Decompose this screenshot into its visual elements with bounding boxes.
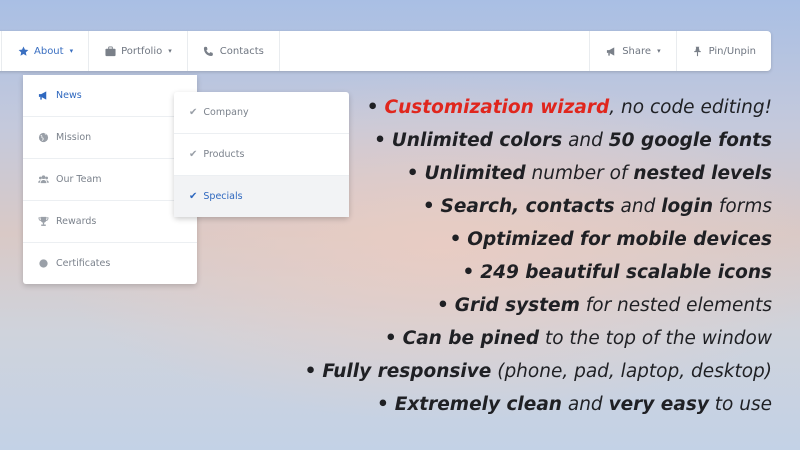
briefcase-icon	[104, 45, 116, 57]
bullet: •	[374, 130, 386, 151]
feature-line: • Unlimited number of nested levels	[252, 157, 772, 190]
menu-item-certificates[interactable]: Certificates	[23, 243, 197, 284]
menu-item-mission[interactable]: Mission	[23, 117, 197, 159]
menu-label-our-team: Our Team	[56, 174, 102, 185]
trophy-icon	[37, 216, 49, 228]
feature-line: • Can be pined to the top of the window	[252, 322, 772, 355]
feature-bold: 50 google fonts	[608, 130, 772, 151]
nav-item-contacts[interactable]: Contacts	[188, 31, 280, 71]
feature-bold: 249 beautiful scalable icons	[480, 262, 772, 283]
top-navbar: About ▾ Portfolio ▾ Contacts Share ▾ Pin…	[0, 31, 771, 71]
nav-label-about: About	[34, 45, 64, 57]
feature-text: and	[562, 130, 609, 151]
feature-bold: login	[661, 196, 714, 217]
about-dropdown-menu: News Mission Our Team Rewards Certificat…	[23, 75, 197, 284]
feature-text: to use	[708, 394, 772, 415]
feature-highlight: Customization wizard	[384, 97, 610, 118]
chevron-down-icon: ▾	[657, 47, 661, 55]
phone-icon	[203, 45, 215, 57]
check-icon: ✔	[189, 149, 198, 160]
feature-line: • Optimized for mobile devices	[252, 223, 772, 256]
bullet: •	[377, 394, 389, 415]
bullet: •	[366, 97, 379, 118]
menu-label-certificates: Certificates	[56, 258, 111, 269]
nav-item-share[interactable]: Share ▾	[589, 31, 675, 71]
feature-bold: nested levels	[633, 163, 772, 184]
feature-bold: Fully responsive	[322, 361, 492, 382]
bullet: •	[437, 295, 449, 316]
circle-icon	[37, 258, 49, 270]
nav-label-pin: Pin/Unpin	[708, 45, 756, 57]
check-icon: ✔	[189, 191, 198, 202]
feature-bold: Unlimited colors	[391, 130, 563, 151]
menu-item-our-team[interactable]: Our Team	[23, 159, 197, 201]
feature-line: • Unlimited colors and 50 google fonts	[252, 124, 772, 157]
nav-label-portfolio: Portfolio	[121, 45, 163, 57]
feature-bold: Extremely clean	[394, 394, 562, 415]
submenu-label-specials: Specials	[203, 191, 243, 202]
submenu-label-products: Products	[203, 149, 245, 160]
menu-label-mission: Mission	[56, 132, 92, 143]
bullet: •	[422, 196, 435, 217]
nav-item-about[interactable]: About ▾	[2, 31, 90, 71]
feature-line: • Fully responsive (phone, pad, laptop, …	[252, 355, 772, 388]
nav-item-pin[interactable]: Pin/Unpin	[675, 31, 771, 71]
bullet: •	[304, 361, 317, 382]
star-icon	[17, 45, 29, 57]
feature-text: (phone, pad, laptop, desktop)	[491, 361, 772, 382]
menu-label-rewards: Rewards	[56, 216, 97, 227]
feature-text: and	[561, 394, 609, 415]
feature-bold: Can be pined	[402, 328, 540, 349]
feature-text: forms	[713, 196, 772, 217]
menu-item-rewards[interactable]: Rewards	[23, 201, 197, 243]
feature-text: , no code editing!	[609, 97, 772, 118]
bullet: •	[462, 262, 475, 283]
globe-icon	[37, 132, 49, 144]
feature-line: • 249 beautiful scalable icons	[252, 256, 772, 289]
nav-item-portfolio[interactable]: Portfolio ▾	[89, 31, 188, 71]
feature-bold: Unlimited	[424, 163, 526, 184]
feature-list: • Customization wizard, no code editing!…	[252, 91, 772, 421]
chevron-down-icon: ▾	[69, 47, 74, 55]
nav-label-contacts: Contacts	[219, 45, 264, 57]
bullet: •	[384, 328, 397, 349]
feature-bold: Optimized for mobile devices	[467, 229, 772, 250]
megaphone-icon	[605, 45, 617, 57]
check-icon: ✔	[189, 107, 198, 118]
pin-icon	[692, 45, 704, 57]
chevron-down-icon: ▾	[168, 47, 172, 55]
feature-text: for nested elements	[579, 295, 772, 316]
feature-line: • Customization wizard, no code editing!	[252, 91, 772, 124]
users-icon	[37, 174, 49, 186]
submenu-label-company: Company	[203, 107, 249, 118]
menu-label-news: News	[56, 90, 82, 101]
megaphone-icon	[37, 90, 49, 102]
bullet: •	[406, 163, 419, 184]
feature-line: • Extremely clean and very easy to use	[252, 388, 772, 421]
feature-bold: Search, contacts	[440, 196, 615, 217]
feature-bold: Grid system	[454, 295, 580, 316]
feature-text: number of	[525, 163, 634, 184]
nav-label-share: Share	[622, 45, 652, 57]
menu-item-news[interactable]: News	[23, 75, 197, 117]
feature-line: • Grid system for nested elements	[252, 289, 772, 322]
feature-line: • Search, contacts and login forms	[252, 190, 772, 223]
feature-text: and	[614, 196, 662, 217]
feature-bold: very easy	[608, 394, 709, 415]
feature-text: to the top of the window	[539, 328, 772, 349]
bullet: •	[449, 229, 462, 250]
